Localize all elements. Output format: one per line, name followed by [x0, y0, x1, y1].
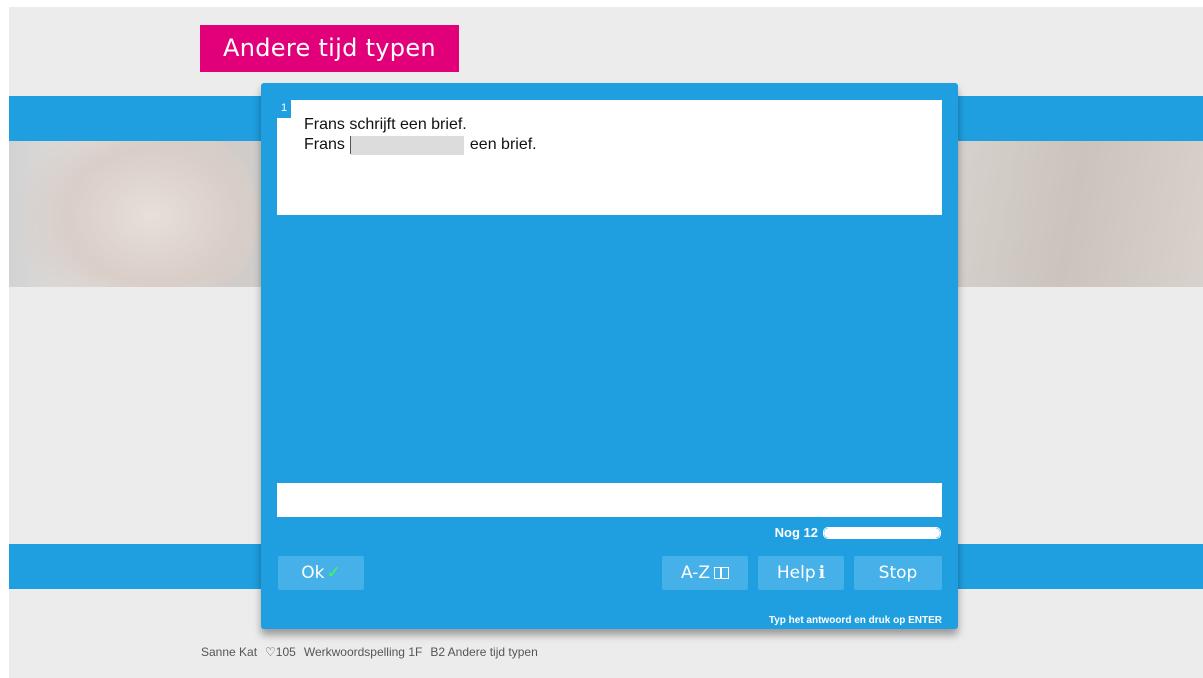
- stop-button[interactable]: Stop: [854, 556, 942, 590]
- gap-prefix: Frans: [304, 136, 345, 153]
- help-label: Help: [776, 563, 816, 583]
- stop-label: Stop: [878, 563, 918, 583]
- book-icon: [714, 567, 730, 579]
- answer-input[interactable]: [277, 483, 942, 517]
- photo-hair: [943, 141, 1203, 287]
- instruction-hint: Typ het antwoord en druk op ENTER: [768, 615, 942, 626]
- question-text: Frans schrijft een brief. Frans een brie…: [304, 115, 537, 155]
- footer-breadcrumb: Sanne Kat ♡105 Werkwoordspelling 1F B2 A…: [201, 645, 538, 659]
- progress-bar: [823, 526, 941, 539]
- gap-suffix: een brief.: [469, 136, 537, 153]
- az-label: A-Z: [680, 563, 711, 583]
- score: ♡105: [265, 645, 296, 659]
- remaining-label: Nog 12: [774, 525, 818, 540]
- progress-fill: [824, 527, 940, 538]
- ok-label: Ok: [301, 563, 325, 583]
- answer-gap: [350, 135, 464, 155]
- question-sentence: Frans schrijft een brief.: [304, 116, 467, 133]
- info-icon: i: [818, 563, 826, 583]
- question-box: 1 Frans schrijft een brief. Frans een br…: [277, 100, 942, 215]
- user-name: Sanne Kat: [201, 645, 258, 659]
- ok-button[interactable]: Ok ✓: [278, 556, 364, 590]
- lesson-name: B2 Andere tijd typen: [430, 645, 538, 659]
- page-title: Andere tijd typen: [200, 25, 459, 72]
- question-number: 1: [277, 100, 291, 118]
- exercise-card: 1 Frans schrijft een brief. Frans een br…: [261, 83, 958, 629]
- course-name: Werkwoordspelling 1F: [303, 645, 423, 659]
- check-icon: ✓: [326, 563, 341, 583]
- photo-face: [19, 141, 259, 287]
- remaining-indicator: Nog 12: [775, 525, 941, 540]
- dictionary-button[interactable]: A-Z: [662, 556, 748, 590]
- question-gap-line: Frans een brief.: [304, 135, 537, 155]
- help-button[interactable]: Help i: [758, 556, 844, 590]
